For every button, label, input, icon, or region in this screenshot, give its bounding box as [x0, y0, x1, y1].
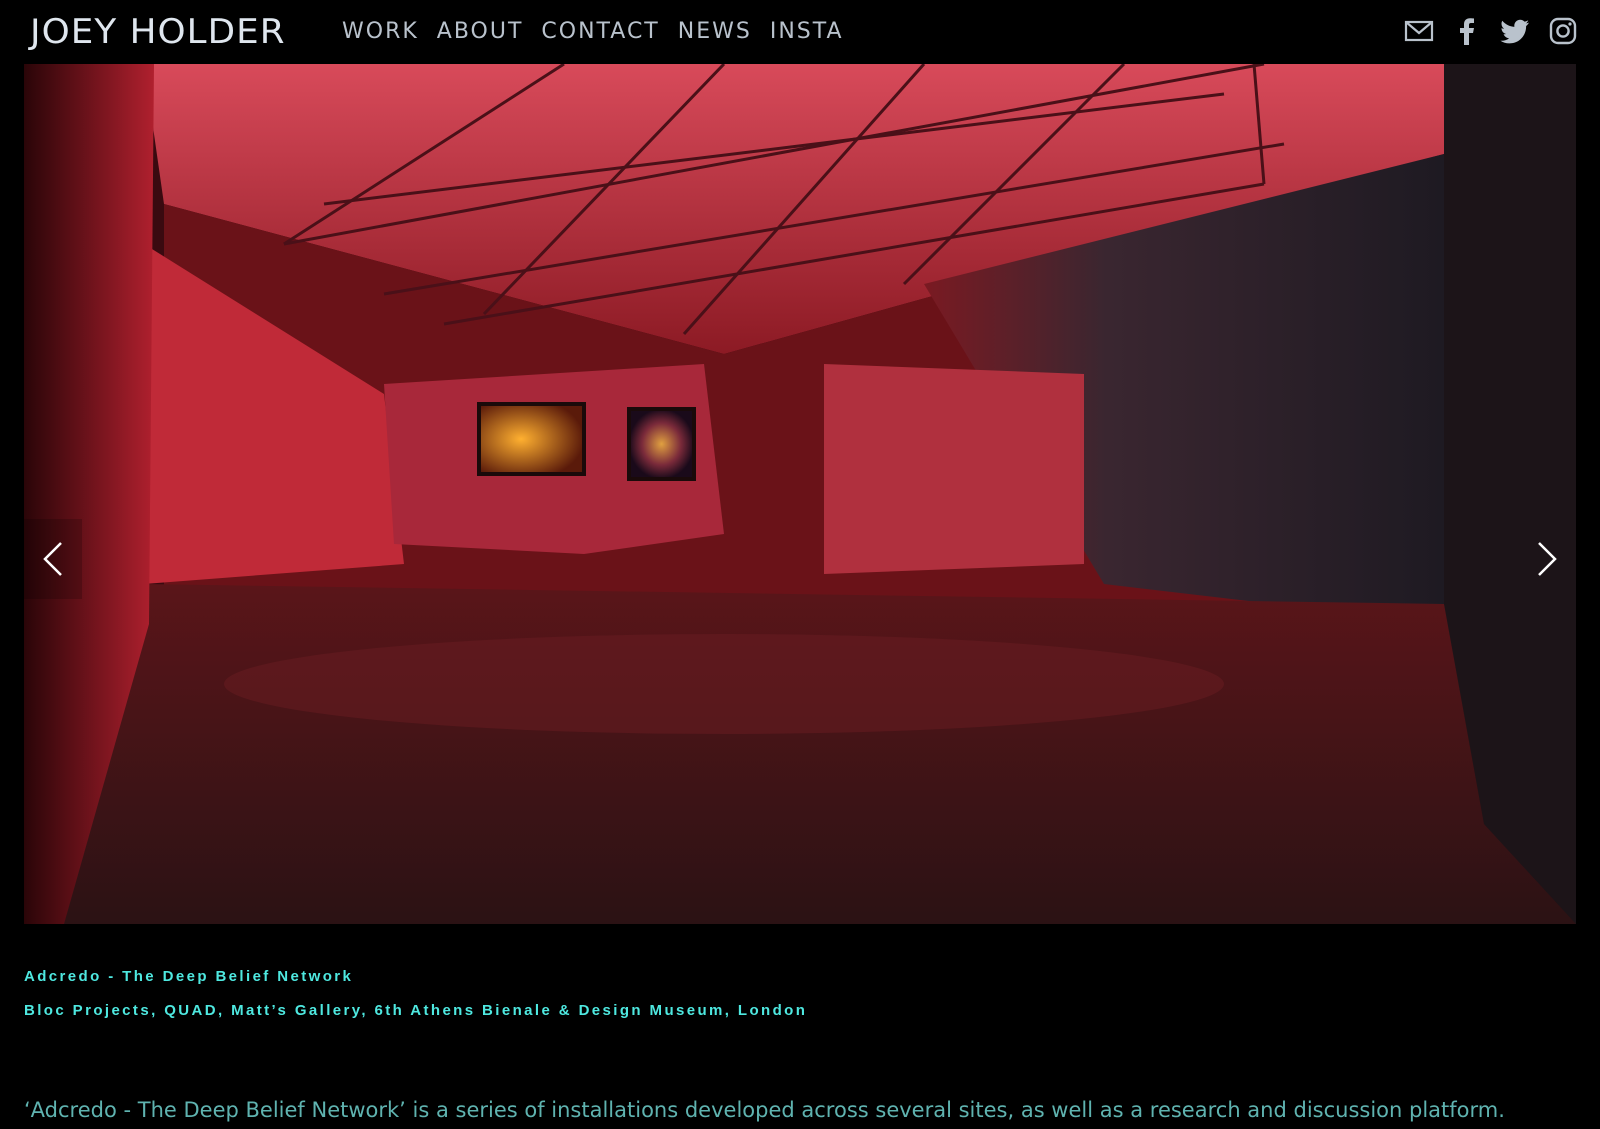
mail-icon[interactable]	[1404, 16, 1434, 46]
project-venues: Bloc Projects, QUAD, Matt’s Gallery, 6th…	[24, 1002, 808, 1019]
social-links	[1404, 16, 1578, 46]
facebook-icon[interactable]	[1452, 16, 1482, 46]
main-nav: WORK ABOUT CONTACT NEWS INSTA	[342, 18, 844, 46]
nav-work[interactable]: WORK	[342, 18, 419, 46]
slideshow-prev-button[interactable]	[24, 519, 82, 599]
twitter-icon[interactable]	[1500, 16, 1530, 46]
chevron-right-icon	[1538, 542, 1557, 576]
nav-about[interactable]: ABOUT	[437, 18, 524, 46]
project-description: ‘Adcredo - The Deep Belief Network’ is a…	[24, 1098, 1505, 1122]
site-header: JOEY HOLDER WORK ABOUT CONTACT NEWS INST…	[0, 0, 1600, 64]
chevron-left-icon	[43, 542, 62, 576]
installation-photo	[24, 64, 1576, 924]
project-title: Adcredo - The Deep Belief Network	[24, 968, 354, 985]
nav-contact[interactable]: CONTACT	[541, 18, 659, 46]
project-slideshow	[24, 64, 1576, 924]
nav-insta[interactable]: INSTA	[770, 18, 844, 46]
slideshow-next-button[interactable]	[1518, 519, 1576, 599]
site-logo[interactable]: JOEY HOLDER	[30, 12, 286, 52]
nav-news[interactable]: NEWS	[678, 18, 752, 46]
instagram-icon[interactable]	[1548, 16, 1578, 46]
